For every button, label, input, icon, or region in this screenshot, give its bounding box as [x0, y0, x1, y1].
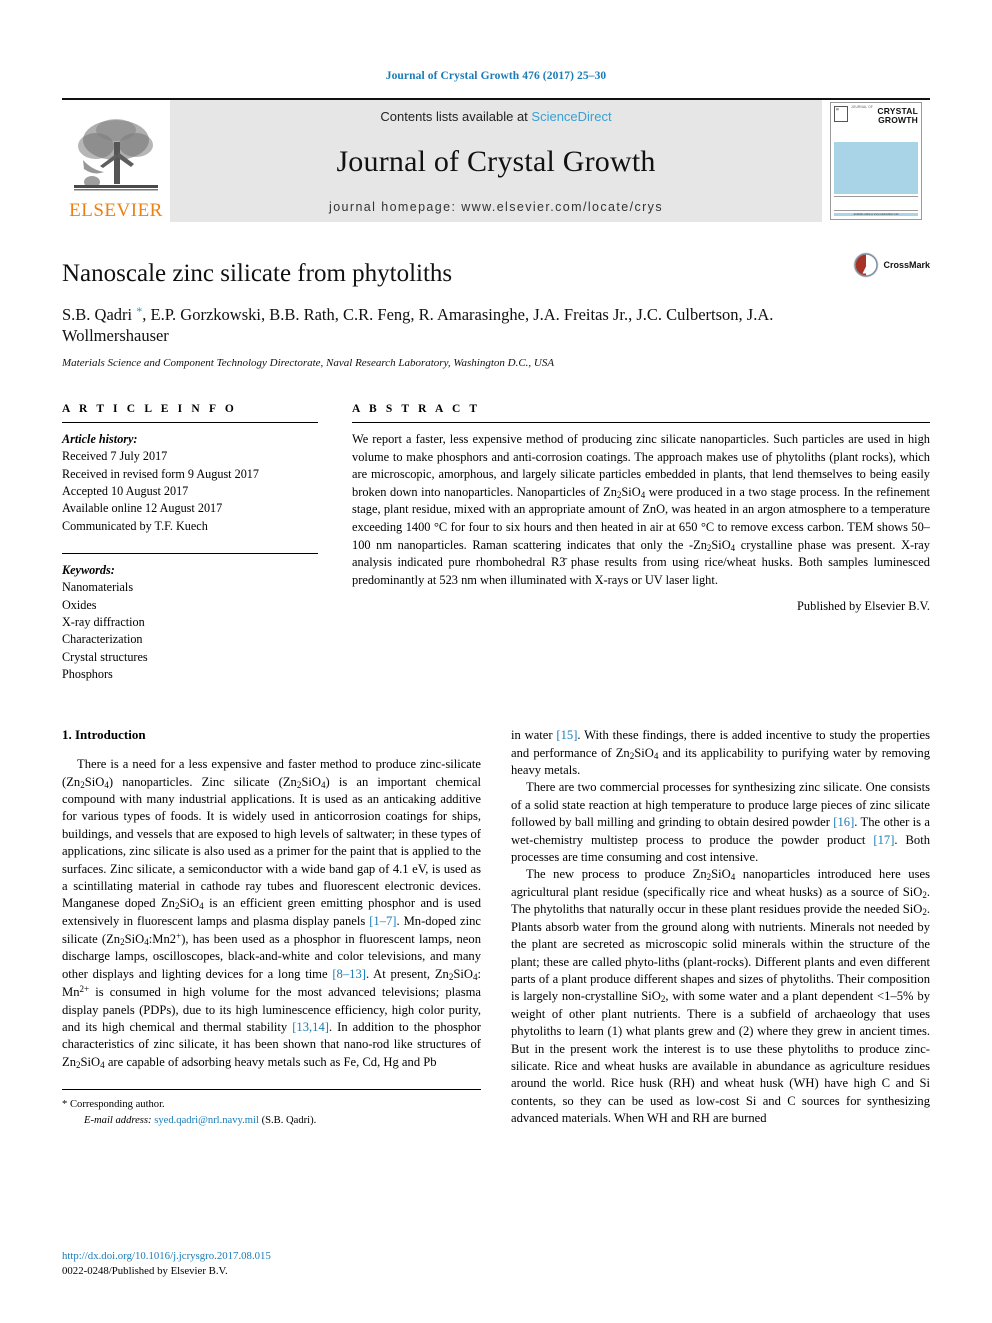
keyword-item: Crystal structures [62, 649, 148, 664]
keywords-rule [62, 552, 318, 554]
journal-masthead: ELSEVIER Contents lists available at Sci… [62, 98, 930, 222]
crossmark-label: CrossMark [883, 260, 930, 270]
title-block: Nanoscale zinc silicate from phytoliths … [62, 252, 930, 369]
history-item: Communicated by T.F. Kuech [62, 518, 208, 533]
keyword-item: Oxides [62, 597, 97, 612]
keywords-list: Keywords: Nanomaterials Oxides X-ray dif… [62, 562, 318, 683]
body-column-left: 1. Introduction There is a need for a le… [62, 727, 481, 1128]
article-info-rule [62, 421, 318, 423]
affiliation: Materials Science and Component Technolo… [62, 356, 555, 369]
sciencedirect-link[interactable]: ScienceDirect [531, 109, 611, 124]
article-history: Article history: Received 7 July 2017 Re… [62, 431, 318, 535]
keyword-item: Characterization [62, 632, 143, 647]
citation-link[interactable]: [1–7] [369, 914, 396, 928]
citation-link[interactable]: [15] [556, 728, 577, 742]
formula-zn2sio4: 2SiO4 [616, 484, 646, 500]
cover-box: ▤ JOURNAL OF CRYSTAL GROWTH Available on… [830, 102, 922, 220]
abstract-heading: A B S T R A C T [352, 402, 481, 415]
body-column-right: in water [15]. With these findings, ther… [511, 727, 930, 1128]
cover-divider [834, 195, 918, 211]
abstract-rule [352, 421, 930, 423]
info-abstract-row: A R T I C L E I N F O Article history: R… [62, 403, 930, 683]
cover-elsevier-icon: ▤ [834, 106, 848, 122]
citation-link[interactable]: [13,14] [292, 1020, 329, 1034]
article-info-heading: A R T I C L E I N F O [62, 402, 237, 415]
journal-homepage-link[interactable]: journal homepage: www.elsevier.com/locat… [329, 200, 663, 214]
published-by: Published by Elsevier B.V. [797, 599, 930, 614]
citation-link[interactable]: [8–13] [332, 967, 366, 981]
contents-prefix: Contents lists available at [380, 109, 532, 124]
keyword-item: Nanomaterials [62, 580, 134, 595]
email-label: E-mail address: [84, 1114, 152, 1126]
history-item: Accepted 10 August 2017 [62, 483, 189, 498]
paragraph: in water [15]. With these findings, ther… [511, 728, 930, 778]
section-title-introduction: 1. Introduction [62, 727, 146, 743]
corresponding-author-footnote: * Corresponding author. E-mail address: … [62, 1089, 481, 1128]
body-columns: 1. Introduction There is a need for a le… [62, 727, 930, 1128]
keyword-item: Phosphors [62, 666, 113, 681]
journal-cover-thumbnail: ▤ JOURNAL OF CRYSTAL GROWTH Available on… [822, 100, 930, 222]
paper-page: Journal of Crystal Growth 476 (2017) 25–… [0, 0, 992, 1323]
author-list: S.B. Qadri *, E.P. Gorzkowski, B.B. Rath… [62, 304, 774, 346]
paragraph: There is a need for a less expensive and… [62, 757, 482, 1070]
contents-available-line: Contents lists available at ScienceDirec… [380, 109, 611, 124]
formula-zn2sio4: 2SiO4 [706, 537, 736, 553]
email-link[interactable]: syed.qadri@nrl.navy.mil [154, 1115, 259, 1126]
journal-banner: Contents lists available at ScienceDirec… [170, 100, 822, 222]
cover-line2: GROWTH [878, 115, 918, 126]
history-item: Received in revised form 9 August 2017 [62, 466, 259, 481]
citation-link[interactable]: [16] [833, 815, 854, 829]
abstract-text: We report a faster, less expensive metho… [352, 431, 930, 589]
elsevier-logo: ELSEVIER [62, 100, 170, 222]
article-history-label: Article history: [62, 431, 138, 446]
keyword-item: X-ray diffraction [62, 614, 145, 629]
keywords-label: Keywords: [62, 562, 115, 577]
footnote-corresponding-text: Corresponding author. [69, 1099, 165, 1111]
history-item: Received 7 July 2017 [62, 449, 168, 464]
citation-link[interactable]: [17] [873, 833, 894, 847]
paragraph: There are two commercial processes for s… [511, 780, 930, 864]
copyright-line: 0022-0248/Published by Elsevier B.V. [62, 1264, 228, 1277]
elsevier-wordmark: ELSEVIER [69, 200, 163, 221]
page-footer: http://dx.doi.org/10.1016/j.jcrysgro.201… [62, 1249, 271, 1279]
crossmark-icon [853, 252, 879, 278]
footnote-email-line: E-mail address: syed.qadri@nrl.navy.mil … [62, 1113, 481, 1128]
cover-footer-area: Available online at www.sciencedirect.co… [834, 212, 918, 216]
footnote-corresponding: * Corresponding author. [62, 1099, 165, 1111]
email-owner: (S.B. Qadri). [261, 1114, 317, 1126]
elsevier-tree-icon [74, 119, 158, 191]
article-info-column: A R T I C L E I N F O Article history: R… [62, 403, 318, 683]
paragraph: The new process to produce Zn2SiO4 nanop… [511, 867, 930, 1126]
cover-image-area [834, 141, 918, 194]
journal-title: Journal of Crystal Growth [336, 145, 656, 178]
history-item: Available online 12 August 2017 [62, 501, 223, 516]
running-head: Journal of Crystal Growth 476 (2017) 25–… [385, 70, 607, 82]
crossmark-badge[interactable]: CrossMark [853, 252, 930, 278]
page-title: Nanoscale zinc silicate from phytoliths [62, 260, 453, 287]
doi-link[interactable]: http://dx.doi.org/10.1016/j.jcrysgro.201… [62, 1249, 271, 1264]
abstract-column: A B S T R A C T We report a faster, less… [352, 403, 930, 683]
cover-title: JOURNAL OF CRYSTAL GROWTH [851, 105, 918, 126]
cover-header: ▤ JOURNAL OF CRYSTAL GROWTH [834, 105, 918, 140]
cover-footer-text: Available online at www.sciencedirect.co… [853, 212, 899, 216]
